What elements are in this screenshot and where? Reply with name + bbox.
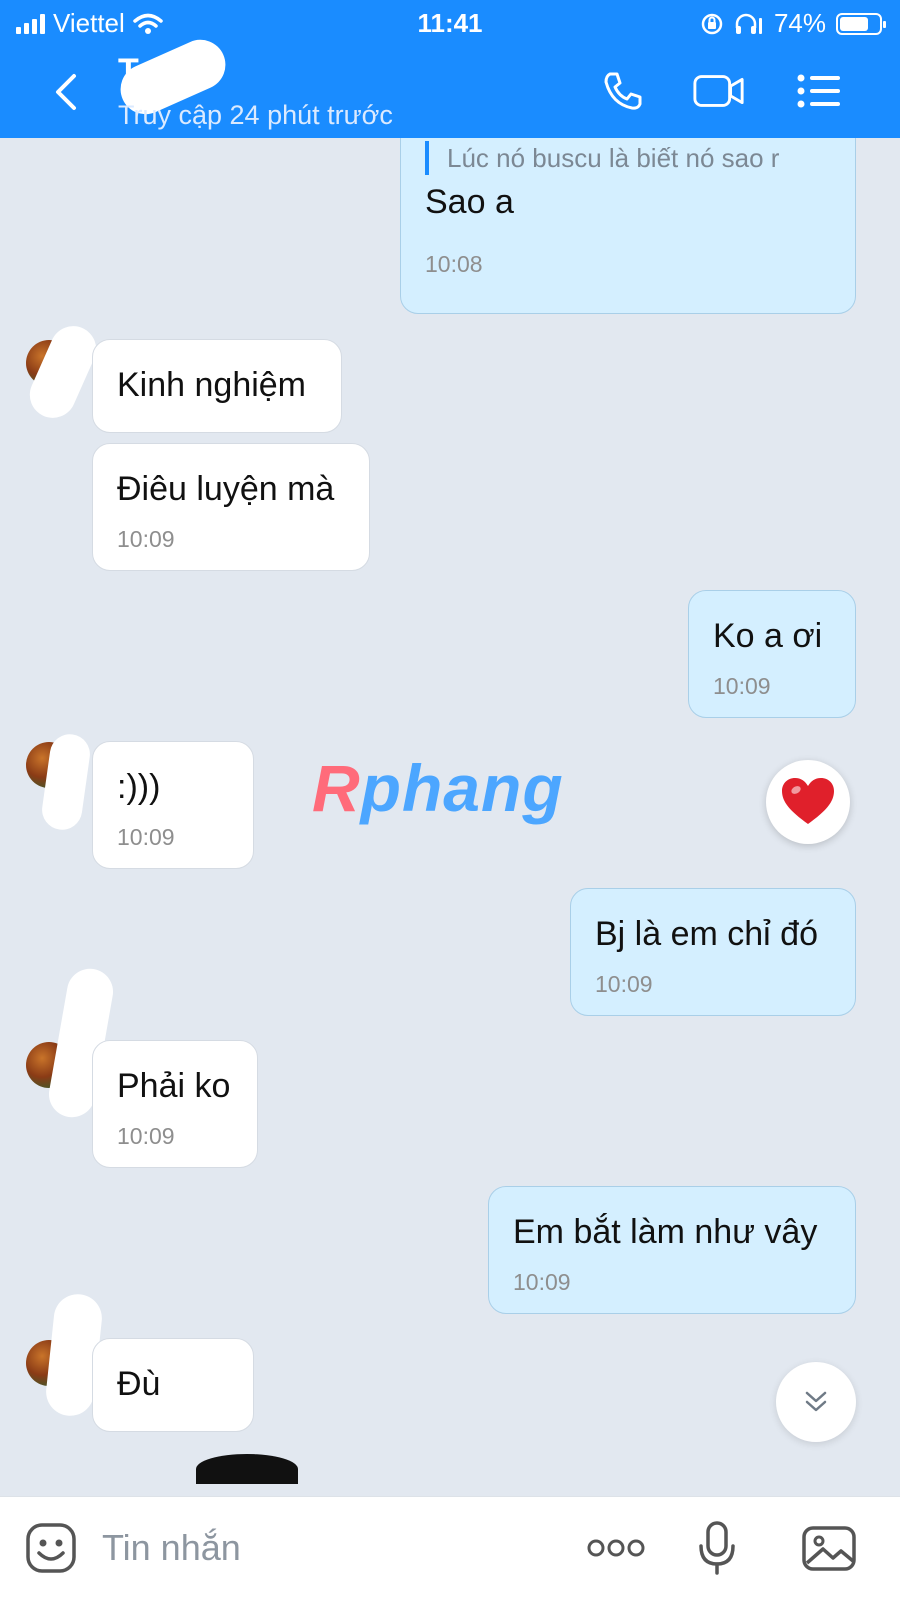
heart-reaction-button[interactable]: [766, 760, 850, 844]
double-chevron-down-icon: [805, 1391, 827, 1412]
message-bubble-incoming[interactable]: Kinh nghiệm: [92, 339, 342, 433]
message-text: Ko a ơi: [713, 617, 823, 655]
message-text: :))): [117, 768, 161, 806]
message-text: Sao a: [425, 183, 514, 221]
message-time: 10:09: [713, 673, 771, 699]
composer-bar: Tin nhắn: [0, 1496, 900, 1600]
message-time: 10:09: [595, 971, 653, 997]
menu-icon[interactable]: [792, 66, 846, 116]
watermark-logo: Rphang: [312, 751, 564, 825]
battery-icon: [836, 12, 886, 35]
back-icon[interactable]: [46, 68, 86, 116]
message-time: 10:09: [117, 526, 175, 552]
microphone-icon[interactable]: [688, 1519, 746, 1577]
message-time: 10:09: [117, 824, 175, 850]
headphones-icon: [735, 13, 762, 34]
sticker-icon[interactable]: [22, 1519, 80, 1577]
quoted-message[interactable]: Lúc nó buscu là biết nó sao r: [425, 141, 779, 175]
video-call-icon[interactable]: [692, 66, 746, 116]
call-icon[interactable]: [596, 66, 650, 116]
message-text: Đù: [117, 1365, 161, 1403]
battery-percent: 74%: [773, 8, 826, 38]
message-bubble-outgoing[interactable]: Ko a ơi 10:09: [688, 590, 856, 718]
chat-header: Viettel 11:41 74% Truy cập 24 phút trước: [0, 0, 900, 138]
last-seen-status: Truy cập 24 phút trước: [118, 100, 393, 130]
heart-icon: [782, 778, 834, 824]
message-text: Bj là em chỉ đó: [595, 915, 818, 953]
image-gallery-icon[interactable]: [800, 1519, 858, 1577]
message-text: Phải ko: [117, 1067, 231, 1105]
orientation-lock-icon: [701, 13, 723, 34]
message-bubble-incoming[interactable]: :))) 10:09: [92, 741, 254, 869]
message-bubble-incoming[interactable]: Đù: [92, 1338, 254, 1432]
partial-sticker: [196, 1454, 298, 1484]
message-text: Điêu luyện mà: [117, 470, 335, 508]
message-time: 10:08: [425, 251, 483, 277]
message-text: Em bắt làm như vây: [513, 1213, 818, 1251]
nav-bar: Te Truy cập 24 phút trước: [0, 31, 900, 138]
message-input[interactable]: Tin nhắn: [102, 1527, 241, 1569]
status-right: 74%: [700, 8, 886, 39]
message-time: 10:09: [513, 1269, 571, 1295]
message-bubble-incoming[interactable]: Điêu luyện mà 10:09: [92, 443, 370, 571]
scroll-to-bottom-button[interactable]: [776, 1362, 856, 1442]
message-bubble-outgoing[interactable]: Em bắt làm như vây 10:09: [488, 1186, 856, 1314]
message-bubble-outgoing[interactable]: Bj là em chỉ đó 10:09: [570, 888, 856, 1016]
message-bubble-outgoing[interactable]: Lúc nó buscu là biết nó sao r Sao a 10:0…: [400, 138, 856, 314]
message-time: 10:09: [117, 1123, 175, 1149]
status-bar: Viettel 11:41 74%: [0, 0, 900, 46]
more-options-icon[interactable]: [584, 1519, 648, 1577]
message-list[interactable]: Lúc nó buscu là biết nó sao r Sao a 10:0…: [0, 138, 900, 1496]
message-bubble-incoming[interactable]: Phải ko 10:09: [92, 1040, 258, 1168]
message-text: Kinh nghiệm: [117, 366, 307, 404]
